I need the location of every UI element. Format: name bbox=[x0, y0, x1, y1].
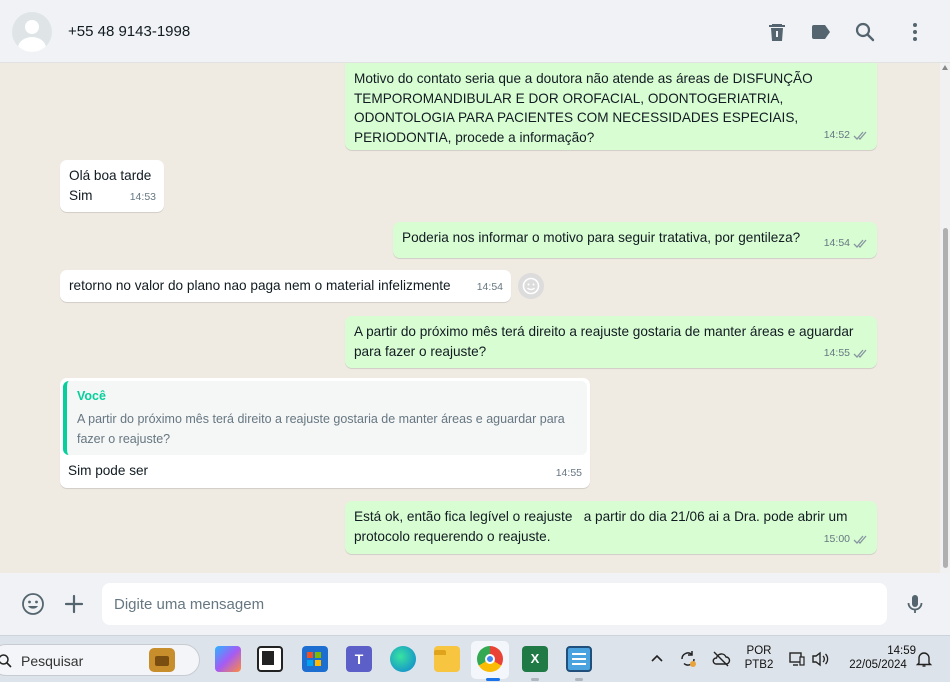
contact-name[interactable]: +55 48 9143-1998 bbox=[68, 23, 190, 40]
volume-icon[interactable] bbox=[811, 650, 831, 668]
read-ticks-icon bbox=[853, 349, 867, 358]
delete-icon[interactable] bbox=[765, 20, 789, 44]
task-view-icon[interactable] bbox=[257, 646, 283, 672]
scrollbar-thumb[interactable] bbox=[943, 228, 948, 568]
work-app-icon[interactable] bbox=[149, 648, 175, 672]
notification-bell-icon[interactable] bbox=[915, 650, 933, 668]
message-input-box[interactable] bbox=[102, 583, 887, 625]
clock-time: 14:59 bbox=[887, 645, 916, 657]
message-incoming[interactable]: Olá boa tarde Sim 14:53 bbox=[60, 160, 164, 212]
chrome-icon[interactable] bbox=[477, 646, 503, 672]
message-outgoing[interactable]: Está ok, então fica legível o reajuste a… bbox=[345, 501, 877, 554]
message-input[interactable] bbox=[114, 583, 874, 625]
message-text: retorno no valor do plano nao paga nem o… bbox=[69, 278, 451, 293]
cloud-offline-icon[interactable] bbox=[711, 649, 731, 669]
taskbar-search[interactable]: Pesquisar bbox=[0, 644, 200, 676]
search-label: Pesquisar bbox=[21, 653, 84, 669]
message-incoming-reply[interactable]: Você A partir do próximo mês terá direit… bbox=[60, 378, 590, 488]
excel-icon[interactable]: X bbox=[522, 646, 548, 672]
store-icon[interactable] bbox=[302, 646, 328, 672]
contact-avatar[interactable] bbox=[12, 12, 52, 52]
message-incoming[interactable]: retorno no valor do plano nao paga nem o… bbox=[60, 270, 511, 302]
running-indicator bbox=[531, 678, 539, 681]
microphone-icon[interactable] bbox=[903, 592, 927, 616]
active-indicator bbox=[486, 678, 500, 681]
notepad-icon[interactable] bbox=[566, 646, 592, 672]
search-icon[interactable] bbox=[853, 20, 877, 44]
clock-date: 22/05/2024 bbox=[849, 659, 907, 671]
message-list[interactable]: Motivo do contato seria que a doutora nã… bbox=[0, 63, 940, 573]
language-indicator[interactable]: POR PTB2 bbox=[742, 645, 776, 671]
tray-chevron-up-icon[interactable] bbox=[650, 653, 664, 663]
label-icon[interactable] bbox=[809, 20, 833, 44]
read-ticks-icon bbox=[853, 535, 867, 544]
language-code: POR bbox=[746, 645, 772, 657]
message-time: 15:00 bbox=[823, 532, 850, 545]
message-time: 14:54 bbox=[823, 236, 850, 249]
message-time: 14:55 bbox=[823, 346, 850, 359]
file-explorer-icon[interactable] bbox=[434, 646, 460, 672]
read-ticks-icon bbox=[853, 131, 867, 140]
menu-icon[interactable] bbox=[903, 20, 927, 44]
windows-taskbar: Pesquisar T X POR PTB2 14:59 22/05/2024 bbox=[0, 635, 950, 682]
chat-header: +55 48 9143-1998 bbox=[0, 0, 950, 63]
message-time: 14:52 bbox=[823, 128, 850, 141]
message-time: 14:53 bbox=[129, 190, 156, 203]
compose-bar bbox=[0, 573, 950, 635]
running-indicator bbox=[575, 678, 583, 681]
emoji-icon bbox=[522, 277, 540, 295]
message-outgoing[interactable]: A partir do próximo mês terá direito a r… bbox=[345, 316, 877, 368]
message-text: Poderia nos informar o motivo para segui… bbox=[402, 230, 801, 245]
scroll-up-arrow-icon[interactable] bbox=[942, 65, 948, 70]
copilot-icon[interactable] bbox=[215, 646, 241, 672]
search-icon bbox=[0, 654, 12, 668]
react-button[interactable] bbox=[518, 273, 544, 299]
message-text: A partir do próximo mês terá direito a r… bbox=[354, 324, 858, 359]
message-time: 14:54 bbox=[476, 280, 503, 293]
quoted-message[interactable]: Você A partir do próximo mês terá direit… bbox=[63, 381, 587, 455]
teams-icon[interactable]: T bbox=[346, 646, 372, 672]
network-icon[interactable] bbox=[788, 650, 806, 668]
message-time: 14:55 bbox=[555, 466, 582, 479]
quote-text: A partir do próximo mês terá direito a r… bbox=[77, 411, 565, 446]
sync-icon[interactable] bbox=[678, 649, 698, 669]
message-text: Está ok, então fica legível o reajuste a… bbox=[354, 509, 852, 544]
keyboard-layout: PTB2 bbox=[744, 659, 774, 671]
quote-author: Você bbox=[77, 389, 106, 403]
message-text: Sim pode ser bbox=[68, 462, 149, 478]
message-outgoing[interactable]: Poderia nos informar o motivo para segui… bbox=[393, 222, 877, 258]
edge-icon[interactable] bbox=[390, 646, 416, 672]
chat-scrollbar[interactable] bbox=[940, 63, 950, 573]
read-ticks-icon bbox=[853, 239, 867, 248]
emoji-icon[interactable] bbox=[21, 592, 45, 616]
attach-plus-icon[interactable] bbox=[62, 592, 86, 616]
message-outgoing[interactable]: Motivo do contato seria que a doutora nã… bbox=[345, 63, 877, 150]
message-text: Motivo do contato seria que a doutora nã… bbox=[354, 71, 817, 145]
system-clock[interactable]: 14:59 22/05/2024 bbox=[840, 645, 916, 671]
